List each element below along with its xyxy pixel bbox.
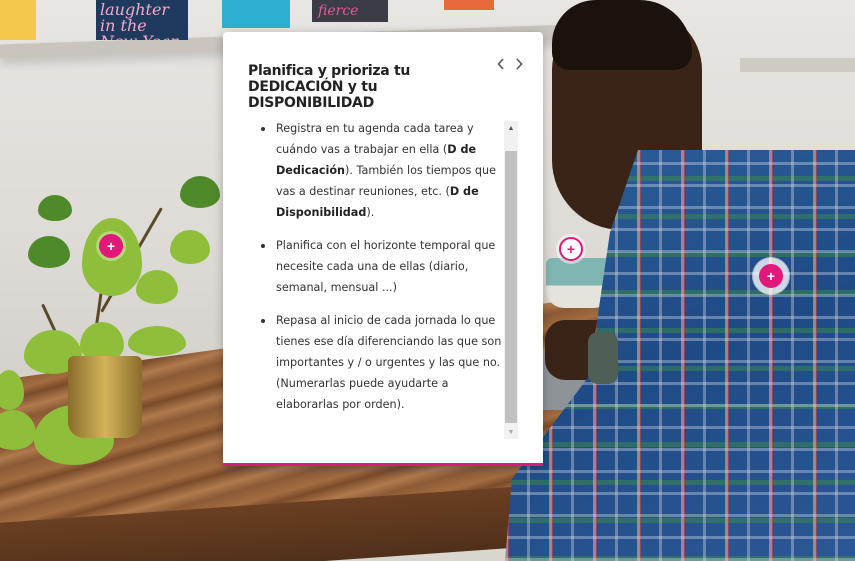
list-item: Registra en tu agenda cada tarea y cuánd… xyxy=(249,118,503,223)
plant-leaf xyxy=(28,236,70,268)
scrollbar[interactable]: ▲ ▼ xyxy=(504,121,518,439)
list-item-text: Registra en tu agenda cada tarea y cuánd… xyxy=(276,122,474,156)
hotspot-shirt[interactable]: + xyxy=(759,264,783,288)
plant-leaf xyxy=(128,326,186,356)
panel-content: Registra en tu agenda cada tarea y cuánd… xyxy=(249,118,503,438)
previous-button[interactable] xyxy=(494,56,508,72)
shelf-card-laughter: laughter in the New Year xyxy=(96,0,188,40)
scroll-up-button[interactable]: ▲ xyxy=(504,121,518,135)
chevron-right-icon xyxy=(516,58,523,70)
plant-leaf xyxy=(38,195,72,221)
chevron-left-icon xyxy=(497,58,504,70)
plant-leaf xyxy=(136,270,178,304)
shelf-card-orange xyxy=(444,0,494,10)
scroll-down-button[interactable]: ▼ xyxy=(504,425,518,439)
list-item: Planifica con el horizonte temporal que … xyxy=(249,235,503,298)
shelf-card-yellow xyxy=(0,0,36,40)
bullet-list: Registra en tu agenda cada tarea y cuánd… xyxy=(249,118,503,415)
wristwatch xyxy=(588,332,618,384)
plant-leaf xyxy=(180,176,220,208)
shelf-card-blue xyxy=(222,0,290,28)
info-panel: Planifica y prioriza tu DEDICACIÓN y tu … xyxy=(223,32,543,466)
triangle-up-icon: ▲ xyxy=(507,124,515,132)
plant-pot xyxy=(68,356,142,438)
plant-leaf xyxy=(170,230,210,264)
list-item-text: Repasa al inicio de cada jornada lo que … xyxy=(276,314,502,411)
scroll-thumb[interactable] xyxy=(505,151,517,423)
shelf-right xyxy=(740,58,855,72)
list-item: Repasa al inicio de cada jornada lo que … xyxy=(249,310,503,415)
list-item-text: Planifica con el horizonte temporal que … xyxy=(276,239,496,294)
list-item-text: ). xyxy=(366,206,375,219)
shelf-card-fierce: fierce xyxy=(312,0,388,22)
triangle-down-icon: ▼ xyxy=(507,428,515,436)
hotspot-cup[interactable]: + xyxy=(559,237,583,261)
panel-title: Planifica y prioriza tu DEDICACIÓN y tu … xyxy=(248,63,411,111)
man-hair xyxy=(552,0,692,70)
hotspot-plant[interactable]: + xyxy=(99,234,123,258)
next-button[interactable] xyxy=(512,56,526,72)
